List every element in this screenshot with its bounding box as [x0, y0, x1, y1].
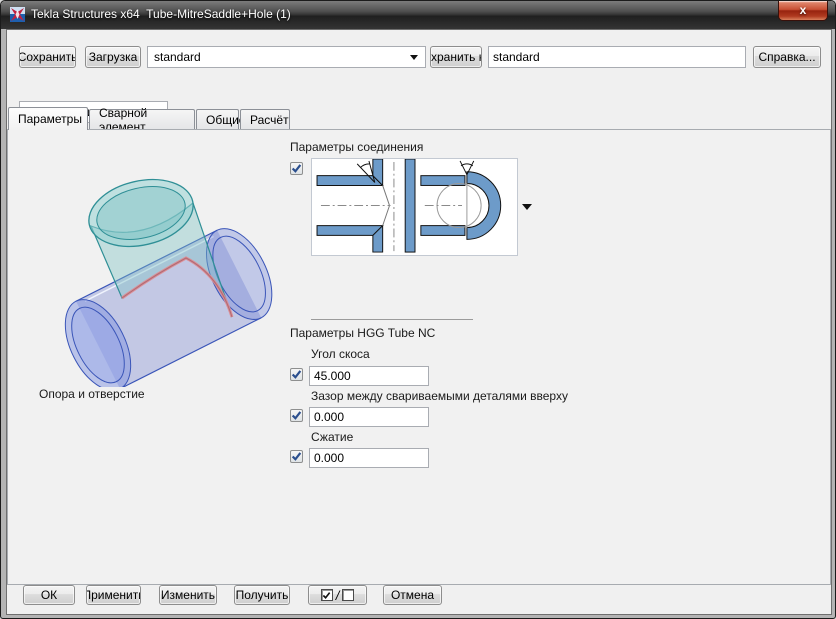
check-icon: [291, 163, 302, 174]
save-as-name-input[interactable]: [488, 46, 746, 68]
weld-gap-checkbox[interactable]: [290, 409, 303, 422]
ok-button[interactable]: ОК: [23, 585, 75, 605]
connection-3d-preview: [36, 151, 288, 387]
save-as-button[interactable]: Сохранить как: [430, 46, 482, 68]
toggle-separator: /: [336, 588, 340, 603]
bevel-angle-input[interactable]: [309, 366, 429, 386]
weld-gap-input[interactable]: [309, 407, 429, 427]
checked-checkbox-icon: [321, 589, 333, 601]
bevel-angle-checkbox[interactable]: [290, 368, 303, 381]
preview-caption: Опора и отверстие: [39, 387, 145, 401]
title-bar[interactable]: Tekla Structures x64 Tube-MitreSaddle+Ho…: [1, 1, 835, 29]
picture-dropdown-arrow-icon[interactable]: [522, 204, 532, 210]
cancel-button[interactable]: Отмена: [383, 585, 442, 605]
unchecked-checkbox-icon: [342, 589, 354, 601]
weld-gap-label: Зазор между свариваемыми деталями вверху: [311, 389, 568, 403]
dialog-window: Tekla Structures x64 Tube-MitreSaddle+Ho…: [0, 0, 836, 619]
tab-parameters[interactable]: Параметры: [8, 107, 88, 130]
connection-type-picture[interactable]: [311, 158, 518, 256]
modify-button[interactable]: Изменить: [159, 585, 217, 605]
check-icon: [291, 451, 302, 462]
get-button[interactable]: Получить: [234, 585, 290, 605]
save-button[interactable]: Сохранить: [19, 46, 76, 68]
section-divider: [311, 319, 473, 320]
load-button[interactable]: Загрузка: [85, 46, 141, 68]
apply-button[interactable]: Применить: [86, 585, 141, 605]
tab-welded-part[interactable]: Сварной элемент: [89, 109, 195, 130]
check-icon: [291, 369, 302, 380]
close-button[interactable]: x: [778, 1, 828, 21]
window-title: Tekla Structures x64 Tube-MitreSaddle+Ho…: [31, 7, 291, 21]
connection-picture-checkbox[interactable]: [290, 162, 303, 175]
settings-combobox-value: standard: [154, 50, 201, 64]
tab-parameters-label: Параметры: [18, 112, 82, 126]
bevel-angle-label: Угол скоса: [311, 347, 370, 361]
help-button[interactable]: Справка...: [753, 46, 821, 68]
tab-analysis[interactable]: Расчёт: [240, 109, 290, 130]
check-icon: [291, 410, 302, 421]
compression-label: Сжатие: [311, 430, 353, 444]
tekla-logo-icon: [9, 6, 26, 23]
compression-checkbox[interactable]: [290, 450, 303, 463]
chevron-down-icon: [410, 55, 418, 60]
tab-general[interactable]: Общие: [196, 109, 239, 130]
connection-section-title: Параметры соединения: [290, 140, 423, 154]
tab-analysis-label: Расчёт: [250, 113, 289, 127]
toggle-all-checkboxes-button[interactable]: /: [308, 585, 367, 605]
compression-input[interactable]: [309, 448, 429, 468]
hgg-section-title: Параметры HGG Tube NC: [290, 326, 435, 340]
settings-combobox[interactable]: standard: [147, 46, 426, 68]
